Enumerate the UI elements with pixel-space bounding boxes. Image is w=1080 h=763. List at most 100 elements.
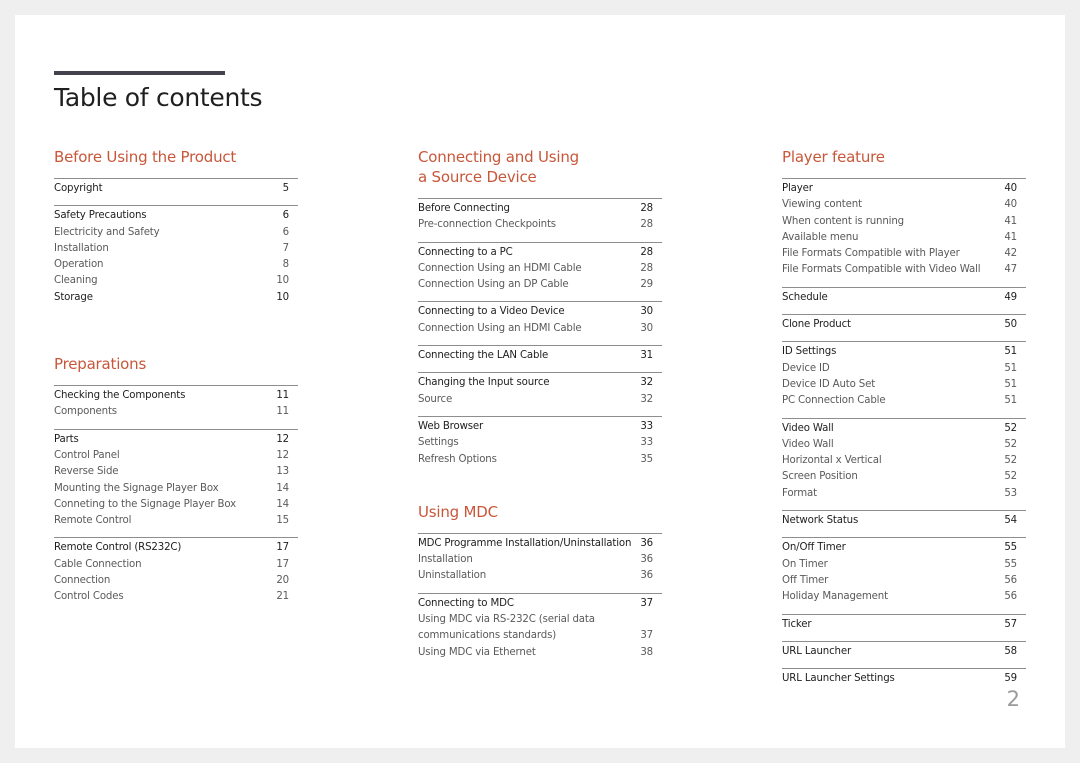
toc-entry-sub[interactable]: Reverse Side 13 — [54, 464, 298, 480]
toc-entry-sub[interactable]: Refresh Options 35 — [418, 452, 662, 468]
entry-label: Using MDC via RS-232C (serial data commu… — [418, 614, 595, 642]
toc-entry-main[interactable]: Safety Precautions 6 — [54, 208, 298, 224]
toc-entry-sub[interactable]: Horizontal x Vertical 52 — [782, 453, 1026, 469]
toc-entry-main[interactable]: Copyright 5 — [54, 181, 298, 197]
toc-entry-sub[interactable]: Format 53 — [782, 486, 1026, 502]
toc-entry-sub[interactable]: Using MDC via RS-232C (serial data commu… — [418, 612, 662, 645]
toc-entry-sub[interactable]: Connection Using an HDMI Cable 28 — [418, 261, 662, 277]
toc-entry-sub[interactable]: Mounting the Signage Player Box 14 — [54, 481, 298, 497]
entry-page-number: 28 — [640, 219, 653, 231]
toc-entry-sub[interactable]: Video Wall 52 — [782, 437, 1026, 453]
toc-entry-sub[interactable]: Remote Control 15 — [54, 513, 298, 529]
toc-entry-main[interactable]: Ticker 57 — [782, 617, 1026, 633]
entry-page-number: 49 — [1004, 291, 1017, 303]
toc-entry-main[interactable]: Network Status 54 — [782, 513, 1026, 529]
entry-page-number: 14 — [276, 498, 289, 510]
toc-entry-sub[interactable]: Available menu 41 — [782, 230, 1026, 246]
entry-page-number: 21 — [276, 591, 289, 603]
toc-entry-main[interactable]: Player 40 — [782, 181, 1026, 197]
toc-entry-main[interactable]: ID Settings 51 — [782, 344, 1026, 360]
toc-entry-sub[interactable]: Control Panel 12 — [54, 448, 298, 464]
toc-entry-main[interactable]: Storage 10 — [54, 290, 298, 306]
toc-entry-sub[interactable]: Device ID 51 — [782, 361, 1026, 377]
entry-page-number: 10 — [276, 275, 289, 287]
entry-page-number: 15 — [276, 515, 289, 527]
entry-label: Checking the Components — [54, 390, 186, 402]
toc-entry-main[interactable]: Connecting the LAN Cable 31 — [418, 348, 662, 364]
entry-page-number: 58 — [1004, 645, 1017, 657]
toc-entry-main[interactable]: Connecting to a PC 28 — [418, 245, 662, 261]
toc-entry-sub[interactable]: Control Codes 21 — [54, 589, 298, 605]
toc-entry-sub[interactable]: When content is running 41 — [782, 214, 1026, 230]
entry-label: When content is running — [782, 215, 904, 227]
entry-label: Connection Using an HDMI Cable — [418, 322, 582, 334]
entry-page-number: 11 — [276, 390, 289, 402]
entry-label: Reverse Side — [54, 466, 119, 478]
toc-group: Safety Precautions 6 Electricity and Safet… — [54, 205, 298, 306]
toc-group: Connecting to a PC 28 Connection Using an … — [418, 241, 662, 294]
entry-label: Settings — [418, 437, 459, 449]
toc-entry-main[interactable]: Changing the Input source 32 — [418, 375, 662, 391]
entry-label: Device ID Auto Set — [782, 378, 876, 390]
toc-entry-main[interactable]: Schedule 49 — [782, 290, 1026, 306]
toc-entry-sub[interactable]: Installation 36 — [418, 552, 662, 568]
entry-label: File Formats Compatible with Player — [782, 248, 960, 260]
toc-entry-sub[interactable]: Connection Using an DP Cable 29 — [418, 277, 662, 293]
toc-entry-main[interactable]: Clone Product 50 — [782, 317, 1026, 333]
toc-entry-main[interactable]: Checking the Components 11 — [54, 388, 298, 404]
section-title[interactable]: Player feature — [782, 147, 1026, 167]
toc-entry-sub[interactable]: Connection Using an HDMI Cable 30 — [418, 321, 662, 337]
toc-group: Video Wall 52 Video Wall 52 Horizontal x Ver… — [782, 417, 1026, 502]
entry-page-number: 32 — [640, 377, 653, 389]
toc-entry-main[interactable]: URL Launcher 58 — [782, 644, 1026, 660]
toc-entry-main[interactable]: Connecting to a Video Device 30 — [418, 304, 662, 320]
toc-entry-sub[interactable]: Electricity and Safety 6 — [54, 225, 298, 241]
toc-entry-sub[interactable]: Components 11 — [54, 404, 298, 420]
toc-entry-main[interactable]: On/Off Timer 55 — [782, 540, 1026, 556]
toc-entry-sub[interactable]: Off Timer 56 — [782, 573, 1026, 589]
entry-label: Cleaning — [54, 275, 98, 287]
entry-page-number: 37 — [640, 597, 653, 609]
toc-entry-sub[interactable]: Pre-connection Checkpoints 28 — [418, 217, 662, 233]
page-number: 2 — [1006, 687, 1020, 711]
entry-page-number: 56 — [1004, 574, 1017, 586]
toc-entry-sub[interactable]: Uninstallation 36 — [418, 568, 662, 584]
entry-label: Connecting to a PC — [418, 246, 513, 258]
toc-entry-main[interactable]: Parts 12 — [54, 432, 298, 448]
toc-entry-sub[interactable]: Installation 7 — [54, 241, 298, 257]
toc-entry-sub[interactable]: On Timer 55 — [782, 557, 1026, 573]
toc-entry-sub[interactable]: Source 32 — [418, 392, 662, 408]
toc-entry-main[interactable]: URL Launcher Settings 59 — [782, 671, 1026, 687]
toc-entry-sub[interactable]: Device ID Auto Set 51 — [782, 377, 1026, 393]
toc-entry-main[interactable]: Video Wall 52 — [782, 421, 1026, 437]
toc-entry-sub[interactable]: Operation 8 — [54, 257, 298, 273]
toc-entry-sub[interactable]: Conneting to the Signage Player Box 14 — [54, 497, 298, 513]
toc-entry-sub[interactable]: PC Connection Cable 51 — [782, 393, 1026, 409]
entry-label: Format — [782, 487, 817, 499]
toc-group: Parts 12 Control Panel 12 Reverse Side 13 Moun… — [54, 428, 298, 530]
section-title[interactable]: Before Using the Product — [54, 147, 298, 167]
toc-entry-sub[interactable]: Connection 20 — [54, 573, 298, 589]
toc-entry-sub[interactable]: Settings 33 — [418, 435, 662, 451]
entry-page-number: 36 — [640, 537, 653, 549]
toc-entry-main[interactable]: Connecting to MDC 37 — [418, 596, 662, 612]
entry-page-number: 28 — [640, 262, 653, 274]
toc-entry-sub[interactable]: Holiday Management 56 — [782, 589, 1026, 605]
entry-page-number: 56 — [1004, 591, 1017, 603]
toc-entry-sub[interactable]: Screen Position 52 — [782, 469, 1026, 485]
toc-entry-sub[interactable]: File Formats Compatible with Video Wall 4… — [782, 262, 1026, 278]
section-title[interactable]: Preparations — [54, 354, 298, 374]
toc-entry-main[interactable]: Web Browser 33 — [418, 419, 662, 435]
toc-entry-main[interactable]: Remote Control (RS232C) 17 — [54, 540, 298, 556]
toc-entry-sub[interactable]: Cable Connection 17 — [54, 557, 298, 573]
entry-label: Remote Control — [54, 515, 132, 527]
toc-entry-sub[interactable]: File Formats Compatible with Player 42 — [782, 246, 1026, 262]
toc-entry-sub[interactable]: Using MDC via Ethernet 38 — [418, 645, 662, 661]
toc-entry-main[interactable]: Before Connecting 28 — [418, 201, 662, 217]
toc-entry-sub[interactable]: Cleaning 10 — [54, 273, 298, 289]
toc-entry-sub[interactable]: Viewing content 40 — [782, 197, 1026, 213]
section-title[interactable]: Connecting and Using a Source Device — [418, 147, 662, 187]
entry-label: Source — [418, 393, 453, 405]
section-title[interactable]: Using MDC — [418, 502, 662, 522]
toc-entry-main[interactable]: MDC Programme Installation/Uninstallatio… — [418, 536, 662, 552]
